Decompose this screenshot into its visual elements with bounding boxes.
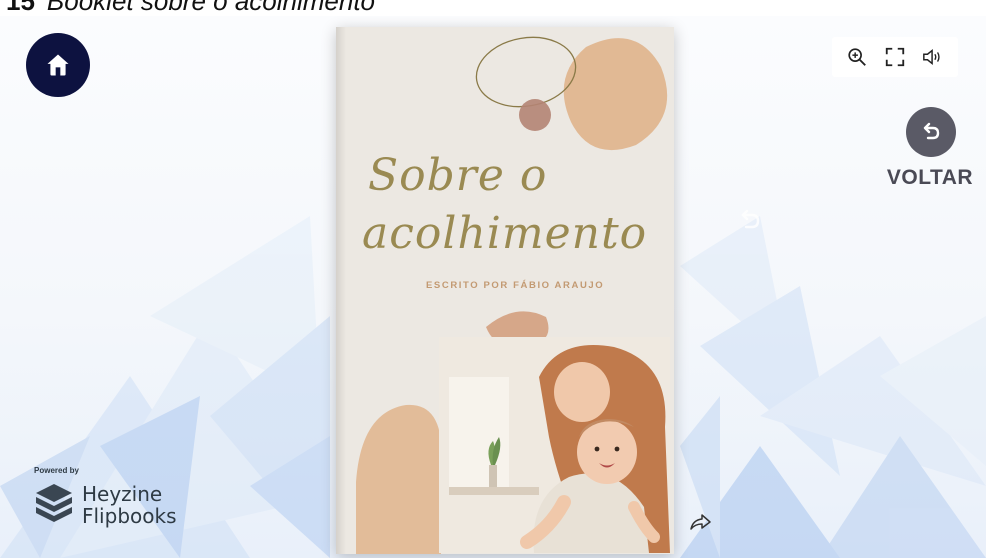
cover-author: ESCRITO POR FÁBIO ARAUJO	[426, 280, 605, 291]
cover-title: Sobre o acolhimento	[362, 147, 668, 263]
share-arrow-icon	[690, 514, 711, 530]
fullscreen-button[interactable]	[881, 43, 909, 71]
powered-by-label: Powered by	[34, 466, 79, 475]
cover-photo	[439, 337, 670, 553]
next-page-button[interactable]	[688, 512, 714, 532]
home-icon	[47, 54, 69, 76]
brand-name-line2: Flipbooks	[82, 504, 177, 528]
heyzine-branding[interactable]: Powered by Heyzine Flipbooks	[32, 466, 192, 530]
zoom-in-button[interactable]	[843, 43, 871, 71]
zoom-in-icon	[848, 48, 866, 66]
fullscreen-icon	[885, 47, 905, 67]
mother-baby-image	[439, 337, 670, 553]
heyzine-logo-icon	[36, 484, 72, 522]
back-button[interactable]	[906, 107, 956, 157]
cover-title-line1: Sobre o	[368, 150, 548, 201]
cover-title-line2: acolhimento	[362, 208, 648, 259]
header-title: 15 Booklet sobre o acolhimento	[6, 0, 375, 16]
sound-icon	[923, 49, 940, 65]
header-number: 15	[6, 0, 35, 16]
undo-icon	[923, 122, 940, 140]
back-label[interactable]: VOLTAR	[880, 166, 980, 190]
viewer-toolbar	[832, 37, 958, 77]
brand-name-line1: Heyzine	[82, 482, 163, 506]
header-title-text: Booklet sobre o acolhimento	[46, 0, 376, 16]
home-button[interactable]	[26, 33, 90, 97]
sound-button[interactable]	[919, 43, 947, 71]
undo-ghost-icon	[741, 209, 760, 229]
page-header: 15 Booklet sobre o acolhimento	[0, 0, 986, 16]
flipbook-stage: VOLTAR Sobre o acolhimento ESCRITO POR F…	[0, 16, 986, 558]
previous-page-button[interactable]	[736, 208, 764, 232]
